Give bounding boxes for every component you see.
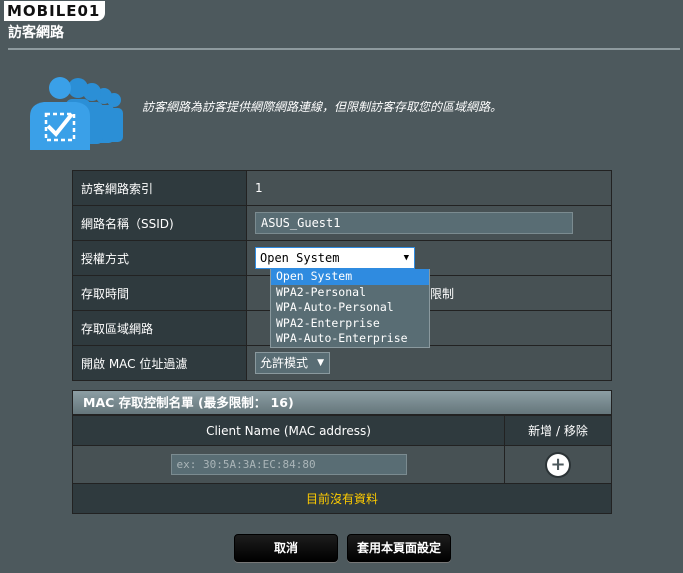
cancel-button[interactable]: 取消 xyxy=(234,534,338,562)
logo-bar: MOBILE01 xyxy=(0,0,683,21)
guest-index-value: 1 xyxy=(255,181,263,195)
auth-option-wpa-auto-personal[interactable]: WPA-Auto-Personal xyxy=(271,300,429,316)
column-header-client: Client Name (MAC address) xyxy=(72,415,505,446)
setting-label: 開啟 MAC 位址過濾 xyxy=(72,345,247,381)
page-description: 訪客網路為訪客提供網際網路連線，但限制訪客存取您的區域網路。 xyxy=(142,100,503,114)
mac-list-title: MAC 存取控制名單 (最多限制： 16) xyxy=(72,390,612,415)
setting-label: 授權方式 xyxy=(72,240,247,276)
chevron-down-icon: ▼ xyxy=(403,253,409,263)
auth-method-value: Open System xyxy=(260,251,340,265)
mac-header-row: Client Name (MAC address) 新增 / 移除 xyxy=(72,415,612,446)
setting-row-ssid: 網路名稱（SSID) ASUS_Guest1 xyxy=(72,205,612,241)
setting-row-mac-filter: 開啟 MAC 位址過濾 允許模式 ▼ xyxy=(72,345,612,381)
auth-option-open-system[interactable]: Open System xyxy=(271,269,429,285)
auth-method-select[interactable]: Open System ▼ xyxy=(255,247,415,269)
auth-option-wpa2-enterprise[interactable]: WPA2-Enterprise xyxy=(271,316,429,332)
setting-row-index: 訪客網路索引 1 xyxy=(72,170,612,206)
empty-state-text: 目前沒有資料 xyxy=(72,483,612,514)
title-divider xyxy=(8,48,680,50)
mac-filter-select[interactable]: 允許模式 ▼ xyxy=(255,352,330,374)
column-header-action: 新增 / 移除 xyxy=(504,415,612,446)
setting-label: 訪客網路索引 xyxy=(72,170,247,206)
ssid-input[interactable]: ASUS_Guest1 xyxy=(255,212,573,234)
auth-option-wpa-auto-enterprise[interactable]: WPA-Auto-Enterprise xyxy=(271,331,429,347)
auth-option-wpa2-personal[interactable]: WPA2-Personal xyxy=(271,285,429,301)
mac-empty-row: 目前沒有資料 xyxy=(72,483,612,514)
setting-label: 存取時間 xyxy=(72,275,247,311)
mac-input-row: ex: 30:5A:3A:EC:84:80 + xyxy=(72,445,612,484)
setting-label: 存取區域網路 xyxy=(72,310,247,346)
site-logo: MOBILE01 xyxy=(4,1,106,21)
page-title: 訪客網路 xyxy=(8,25,64,41)
add-icon[interactable]: + xyxy=(547,453,569,476)
access-time-value: 限制 xyxy=(430,287,455,301)
guest-network-icon xyxy=(30,77,123,150)
mac-filter-value: 允許模式 xyxy=(260,356,309,370)
setting-label: 網路名稱（SSID) xyxy=(72,205,247,241)
apply-button[interactable]: 套用本頁面設定 xyxy=(347,534,451,562)
mac-address-input[interactable]: ex: 30:5A:3A:EC:84:80 xyxy=(170,454,407,475)
mac-list-table: Client Name (MAC address) 新增 / 移除 ex: 30… xyxy=(72,415,612,514)
auth-method-dropdown: Open System WPA2-Personal WPA-Auto-Perso… xyxy=(270,269,430,348)
mac-access-panel: MAC 存取控制名單 (最多限制： 16) Client Name (MAC a… xyxy=(72,390,612,514)
chevron-down-icon: ▼ xyxy=(317,358,324,368)
